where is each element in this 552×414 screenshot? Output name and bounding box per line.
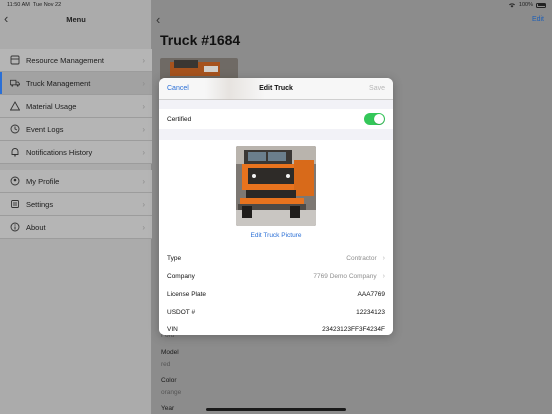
sidebar-group-main: Resource Management › Truck Management ›… — [0, 49, 152, 164]
truck-thumbnail — [160, 58, 238, 80]
field-label: Year — [161, 405, 175, 412]
sidebar-item-label: Event Logs — [26, 124, 64, 134]
sidebar-item-label: Settings — [26, 199, 54, 209]
battery-icon — [536, 2, 546, 8]
sidebar-item-event-logs[interactable]: Event Logs › — [0, 118, 152, 141]
sidebar-item-label: Truck Management — [26, 78, 91, 88]
chevron-right-icon: › — [142, 101, 145, 111]
edit-button[interactable]: Edit — [532, 16, 544, 23]
sidebar-title: Menu — [66, 15, 86, 24]
row-label: License Plate — [167, 290, 207, 298]
chevron-right-icon: › — [142, 55, 145, 65]
row-value: 12234123 — [356, 308, 385, 316]
row-value: 7769 Demo Company — [313, 272, 377, 280]
home-indicator[interactable] — [206, 408, 346, 411]
edit-truck-picture-button[interactable]: Edit Truck Picture — [159, 232, 393, 239]
settings-icon — [10, 199, 20, 209]
sidebar-item-material-usage[interactable]: Material Usage › — [0, 95, 152, 118]
certified-label: Certified — [167, 115, 192, 123]
certified-toggle[interactable] — [364, 113, 385, 125]
certified-row: Certified — [159, 109, 393, 129]
row-label: Type — [167, 254, 182, 262]
usdot-row[interactable]: USDOT # 12234123 — [159, 303, 393, 321]
bell-icon — [10, 147, 20, 157]
sidebar-item-my-profile[interactable]: My Profile › — [0, 170, 152, 193]
sidebar: ‹ Menu Resource Management › Truck Manag… — [0, 0, 152, 414]
row-value: AAA7769 — [357, 290, 385, 298]
sidebar-item-label: About — [26, 222, 46, 232]
chevron-right-icon: › — [142, 199, 145, 209]
row-label: VIN — [167, 325, 178, 333]
modal-nav-bar: Cancel Edit Truck Save — [159, 78, 393, 100]
sidebar-item-label: Material Usage — [26, 101, 77, 111]
license-plate-row[interactable]: License Plate AAA7769 — [159, 285, 393, 303]
sidebar-header: ‹ Menu — [0, 10, 152, 30]
battery-percent: 100% — [518, 2, 533, 8]
status-time: 11:50 AM Tue Nov 22 — [7, 2, 62, 8]
company-row[interactable]: Company 7769 Demo Company › — [159, 267, 393, 285]
chevron-right-icon: › — [142, 176, 145, 186]
chevron-right-icon: › — [142, 124, 145, 134]
page-title: Truck #1684 — [160, 32, 241, 48]
truck-picture[interactable] — [236, 146, 316, 226]
row-label: USDOT # — [167, 308, 196, 316]
field-value: orange — [161, 389, 182, 396]
edit-truck-modal: Cancel Edit Truck Save Certified Edit Tr… — [159, 78, 393, 335]
sidebar-item-label: Notifications History — [26, 147, 93, 157]
sidebar-group-account: My Profile › Settings › About › — [0, 170, 152, 239]
chevron-right-icon: › — [142, 78, 145, 88]
field-label: Color — [161, 377, 177, 384]
history-icon — [10, 124, 20, 134]
row-label: Company — [167, 272, 195, 280]
field-label: Model — [161, 349, 179, 356]
chevron-right-icon: › — [142, 222, 145, 232]
chevron-right-icon: › — [382, 272, 385, 280]
wifi-icon — [508, 3, 515, 8]
sidebar-item-truck-management[interactable]: Truck Management › — [0, 72, 152, 95]
status-bar: 11:50 AM Tue Nov 22 100% — [0, 0, 552, 10]
person-icon — [10, 176, 20, 186]
row-value: 23423123FF3F4234F — [322, 325, 385, 333]
sidebar-item-label: Resource Management — [26, 55, 104, 65]
save-button[interactable]: Save — [369, 85, 385, 92]
chevron-right-icon: › — [382, 254, 385, 262]
resource-icon — [10, 55, 20, 65]
sidebar-item-label: My Profile — [26, 176, 60, 186]
modal-title: Edit Truck — [259, 85, 293, 92]
sidebar-item-resource-management[interactable]: Resource Management › — [0, 49, 152, 72]
chevron-right-icon: › — [142, 147, 145, 157]
info-icon — [10, 222, 20, 232]
status-right: 100% — [508, 2, 546, 8]
sidebar-item-notifications-history[interactable]: Notifications History › — [0, 141, 152, 164]
warning-icon — [10, 101, 20, 111]
truck-picture-section: Edit Truck Picture — [159, 140, 393, 250]
vin-row[interactable]: VIN 23423123FF3F4234F — [159, 321, 393, 335]
truck-icon — [10, 78, 20, 88]
back-chevron-icon[interactable]: ‹ — [156, 12, 160, 27]
field-value: red — [161, 361, 171, 368]
sidebar-item-about[interactable]: About › — [0, 216, 152, 239]
sidebar-item-settings[interactable]: Settings › — [0, 193, 152, 216]
row-value: Contractor — [346, 254, 377, 262]
type-row[interactable]: Type Contractor › — [159, 249, 393, 267]
